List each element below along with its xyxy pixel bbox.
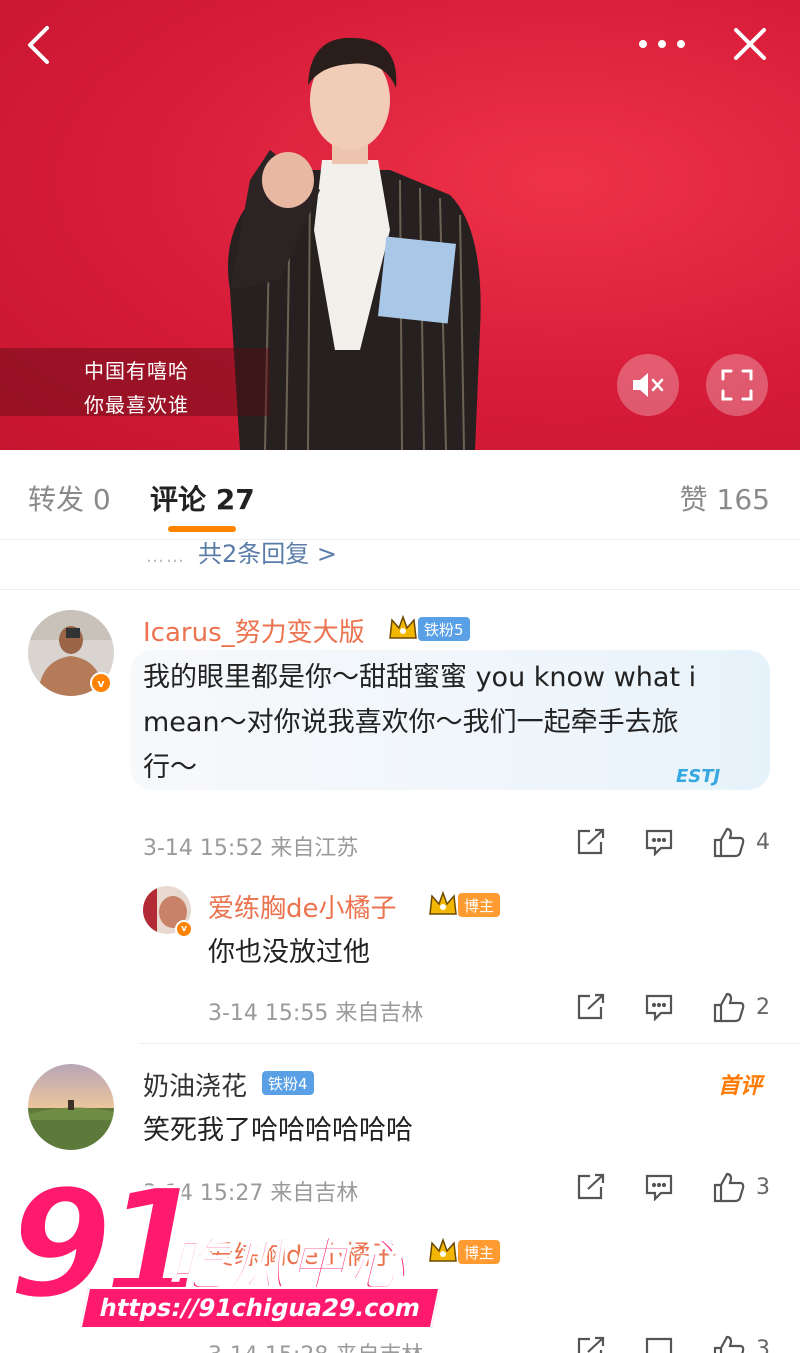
video-subtitle-line2: 你最喜欢谁: [84, 393, 189, 417]
first-comment-badge: 首评: [718, 1074, 763, 1099]
comment-text-line: 我的眼里都是你～甜甜蜜蜜 you know what i: [143, 662, 697, 693]
active-tab-indicator: [168, 526, 236, 532]
fan-level-badge: 铁粉5: [418, 617, 470, 641]
share-icon[interactable]: [576, 1173, 606, 1201]
comment-icon[interactable]: [644, 828, 674, 856]
back-icon[interactable]: [18, 22, 58, 68]
tab-repost[interactable]: 转发 0: [28, 478, 111, 518]
mute-button[interactable]: [617, 354, 679, 416]
divider: [0, 589, 800, 590]
comment-username[interactable]: 奶油浇花: [143, 1066, 247, 1103]
reply-meta: 3-14 15:28 来自吉林: [208, 1337, 423, 1353]
fullscreen-button[interactable]: [706, 354, 768, 416]
divider: [140, 1043, 800, 1044]
crown-icon: [429, 890, 457, 915]
like-icon[interactable]: [712, 1171, 746, 1203]
reply-text: 你也没放过他: [208, 937, 370, 968]
video-subtitle-line1: 中国有嘻哈: [84, 359, 189, 383]
comment-text: 笑死我了哈哈哈哈哈哈: [143, 1115, 413, 1146]
fan-level-badge: 铁粉4: [262, 1071, 314, 1095]
share-icon[interactable]: [576, 828, 606, 856]
author-badge-label: 博主: [464, 896, 495, 915]
replies-dots: ……: [146, 546, 186, 567]
share-icon[interactable]: [576, 993, 606, 1021]
more-replies-label: 共2条回复 >: [198, 540, 338, 568]
avatar[interactable]: [28, 1064, 114, 1150]
like-icon[interactable]: [712, 1334, 746, 1353]
comment-meta: 3-14 15:52 来自江苏: [143, 836, 359, 861]
comment-text-line: 行～: [143, 752, 197, 783]
author-badge: 博主: [458, 1240, 501, 1264]
tab-bar: 转发 0 评论 27 赞 165: [0, 450, 800, 540]
author-badge-label: 博主: [464, 1243, 495, 1262]
more-icon[interactable]: [632, 26, 692, 62]
reply-meta: 3-14 15:55 来自吉林: [208, 1001, 424, 1026]
verified-icon: v: [175, 920, 193, 938]
like-count: 3: [756, 1337, 770, 1353]
like-icon[interactable]: [712, 826, 746, 858]
watermark-url: https://91chigua29.com: [79, 1287, 441, 1329]
crown-icon: [389, 614, 417, 639]
author-badge: 博主: [458, 893, 501, 917]
comment-icon[interactable]: [644, 993, 674, 1021]
comment-text-line: mean～对你说我喜欢你～我们一起牵手去旅: [143, 707, 679, 738]
like-icon[interactable]: [712, 991, 746, 1023]
tab-like[interactable]: 赞 165: [680, 478, 770, 518]
more-replies-link[interactable]: …… 共2条回复 >: [146, 534, 337, 569]
close-icon[interactable]: [728, 22, 772, 66]
crown-icon: [429, 1237, 457, 1262]
comment-icon[interactable]: [644, 1173, 674, 1201]
like-count: 4: [756, 830, 770, 855]
comment-icon[interactable]: [644, 1336, 674, 1353]
reply-username[interactable]: 爱练胸de小橘子: [208, 888, 397, 925]
tab-comment[interactable]: 评论 27: [150, 478, 255, 518]
fan-level-label: 铁粉4: [268, 1074, 308, 1093]
share-icon[interactable]: [576, 1336, 606, 1353]
like-count: 2: [756, 995, 770, 1020]
speaker-muted-icon: [633, 373, 664, 397]
video-player[interactable]: 中国有嘻哈 你最喜欢谁: [0, 0, 800, 450]
bubble-decoration-tag: ESTJ: [676, 766, 721, 787]
comment-username[interactable]: Icarus_努力变大版: [143, 612, 365, 649]
fullscreen-icon: [721, 369, 753, 401]
like-count: 3: [756, 1175, 770, 1200]
verified-icon: v: [90, 672, 112, 694]
fan-level-label: 铁粉5: [424, 620, 464, 639]
